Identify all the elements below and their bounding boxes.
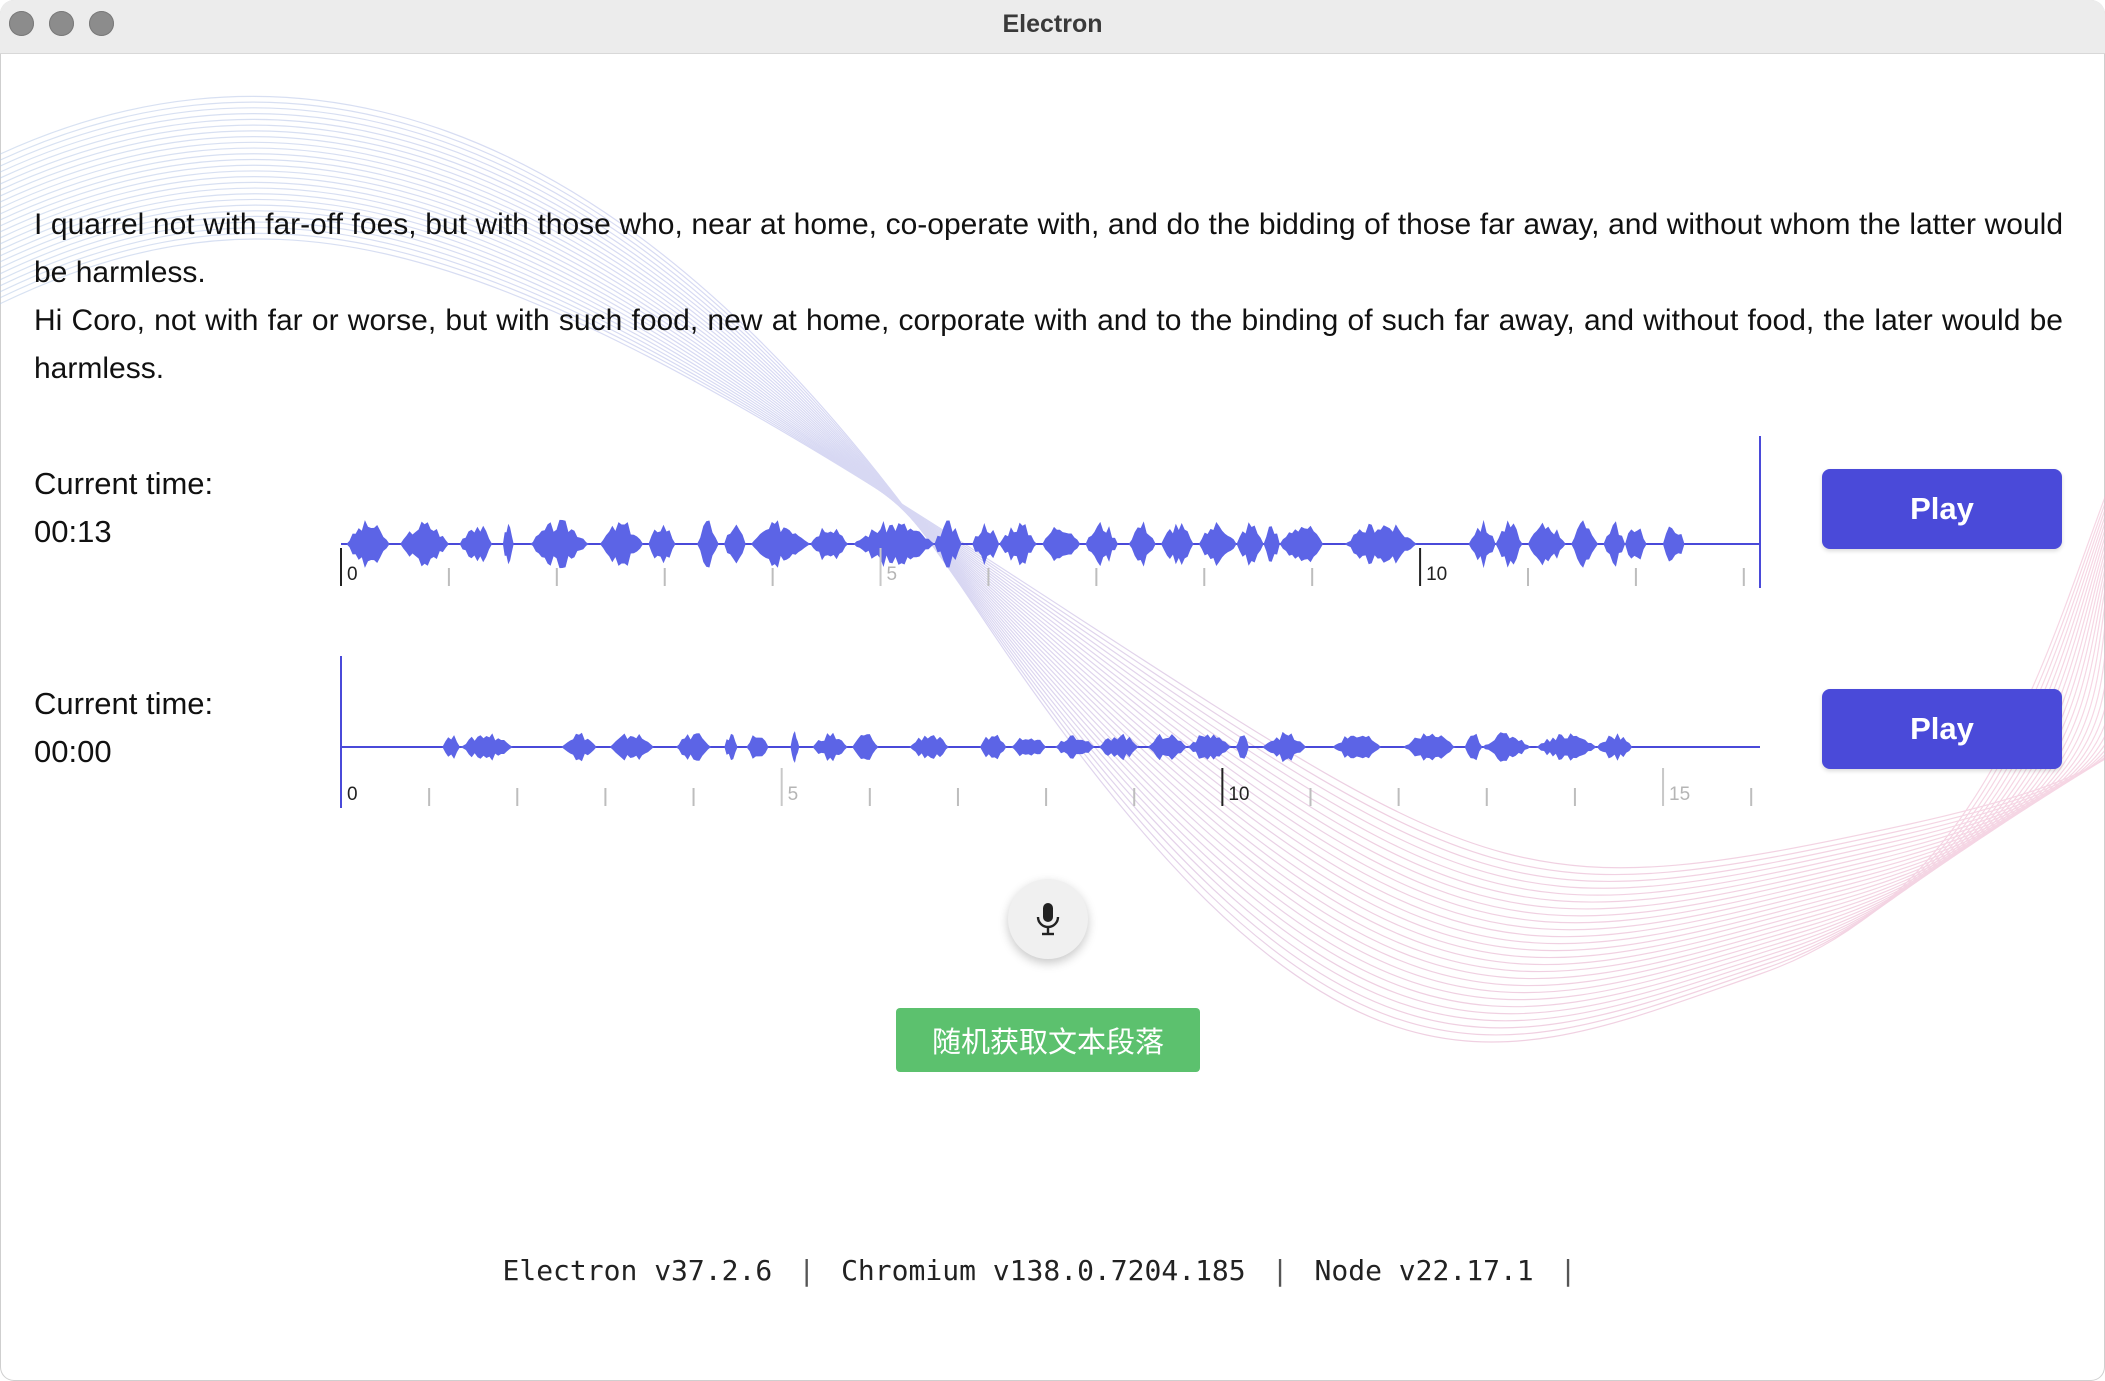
waveform-svg[interactable]: 0 5 10 bbox=[336, 436, 1761, 588]
waveform-segment bbox=[502, 523, 514, 565]
time-tick-label: 10 bbox=[1228, 784, 1249, 805]
waveform-segment bbox=[609, 733, 654, 761]
waveform-segment bbox=[724, 733, 738, 761]
waveform-segment bbox=[1468, 519, 1496, 569]
waveform-segment bbox=[1603, 521, 1626, 567]
transcript-text: Hi Coro, not with far or worse, but with… bbox=[34, 304, 2063, 385]
node-version: Node v22.17.1 bbox=[1314, 1254, 1534, 1287]
current-time-value: 00:13 bbox=[34, 514, 112, 549]
waveform-segment bbox=[442, 735, 460, 759]
waveform-segment bbox=[529, 519, 590, 569]
waveform-segment bbox=[751, 520, 811, 568]
waveform-segment bbox=[972, 523, 1000, 565]
waveform-segment bbox=[1262, 731, 1307, 763]
player-1-play-button[interactable]: Play bbox=[1822, 469, 2062, 549]
waveform-segment bbox=[400, 521, 449, 567]
waveform-segment bbox=[1344, 523, 1417, 565]
title-bar: Electron bbox=[0, 0, 2105, 54]
waveform-segment bbox=[1263, 526, 1280, 562]
waveform-segment bbox=[346, 520, 390, 568]
waveform-segment bbox=[790, 731, 800, 763]
separator: | bbox=[1559, 1254, 1577, 1287]
waveform-segment bbox=[1147, 733, 1188, 761]
waveform-segment bbox=[1495, 520, 1523, 568]
waveform-segment bbox=[1187, 734, 1232, 760]
waveform-segment bbox=[980, 734, 1007, 760]
waveform-segment bbox=[812, 732, 848, 762]
record-button[interactable] bbox=[1008, 879, 1088, 959]
player-2-time: Current time: 00:00 bbox=[34, 680, 213, 776]
electron-version: Electron v37.2.6 bbox=[502, 1254, 773, 1287]
waveform-segment bbox=[1464, 733, 1483, 761]
time-tick-label: 5 bbox=[887, 564, 898, 585]
waveform-segment bbox=[1198, 522, 1237, 566]
time-tick-label: 10 bbox=[1426, 564, 1447, 585]
reference-text: I quarrel not with far-off foes, but wit… bbox=[34, 208, 2063, 289]
waveform-segment bbox=[1010, 737, 1047, 757]
waveform-segment bbox=[561, 732, 597, 762]
player-1-time: Current time: 00:13 bbox=[34, 460, 213, 556]
waveform-segment bbox=[600, 522, 644, 566]
player-1-waveform[interactable]: 0 5 10 bbox=[336, 436, 1761, 588]
waveform-svg[interactable]: 0 5 10 15 bbox=[336, 656, 1760, 808]
microphone-icon bbox=[1036, 903, 1060, 936]
version-info: Electron v37.2.6 | Chromium v138.0.7204.18… bbox=[0, 1254, 2105, 1287]
random-passage-button[interactable]: 随机获取文本段落 bbox=[896, 1008, 1200, 1072]
waveform-segment bbox=[1662, 526, 1685, 562]
player-2-play-button[interactable]: Play bbox=[1822, 689, 2062, 769]
waveform-segment bbox=[1535, 733, 1597, 761]
waveform-segment bbox=[1482, 732, 1531, 762]
current-time-label: Current time: bbox=[34, 466, 214, 501]
player-2-waveform[interactable]: 0 5 10 15 bbox=[336, 656, 1760, 808]
waveform-segment bbox=[999, 522, 1037, 566]
waveform-segment bbox=[1099, 733, 1139, 761]
waveform-segment bbox=[648, 524, 676, 564]
waveform-segment bbox=[1236, 522, 1264, 566]
time-tick-label: 0 bbox=[347, 564, 358, 585]
waveform-segment bbox=[934, 520, 962, 568]
waveform-segment bbox=[1279, 525, 1323, 563]
separator: | bbox=[1271, 1254, 1289, 1287]
waveform-segment bbox=[1235, 735, 1249, 759]
current-time-value: 00:00 bbox=[34, 734, 112, 769]
waveform-segment bbox=[1596, 733, 1633, 761]
text-passage: I quarrel not with far-off foes, but wit… bbox=[34, 201, 2063, 393]
time-tick-label: 5 bbox=[788, 784, 799, 805]
waveform-segment bbox=[1085, 521, 1118, 567]
current-time-label: Current time: bbox=[34, 686, 214, 721]
waveform-segment bbox=[697, 520, 719, 568]
waveform-segment bbox=[909, 735, 950, 759]
waveform-segment bbox=[853, 521, 935, 567]
waveform-segment bbox=[852, 734, 879, 760]
waveform-segment bbox=[1332, 735, 1381, 759]
app-window: Electron I quarrel not with far-off foes… bbox=[0, 0, 2105, 1381]
waveform-segment bbox=[1571, 520, 1599, 568]
main-content: I quarrel not with far-off foes, but wit… bbox=[0, 54, 2105, 1381]
waveform-segment bbox=[1161, 523, 1194, 565]
time-tick-label: 15 bbox=[1669, 784, 1690, 805]
waveform-segment bbox=[460, 733, 513, 761]
waveform-segment bbox=[459, 525, 493, 563]
waveform-segment bbox=[1128, 521, 1156, 567]
waveform-segment bbox=[724, 524, 746, 564]
waveform-segment bbox=[675, 733, 712, 761]
waveform-segment bbox=[1528, 522, 1566, 566]
separator: | bbox=[798, 1254, 816, 1287]
waveform-segment bbox=[746, 735, 769, 759]
window-title: Electron bbox=[1002, 10, 1103, 38]
time-tick-label: 0 bbox=[347, 784, 358, 805]
waveform-segment bbox=[1054, 735, 1095, 759]
waveform-segment bbox=[1042, 526, 1081, 562]
waveform-segment bbox=[1403, 733, 1456, 761]
waveform-segment bbox=[1625, 528, 1647, 560]
waveform-segment bbox=[810, 527, 849, 561]
chromium-version: Chromium v138.0.7204.185 bbox=[841, 1254, 1246, 1287]
